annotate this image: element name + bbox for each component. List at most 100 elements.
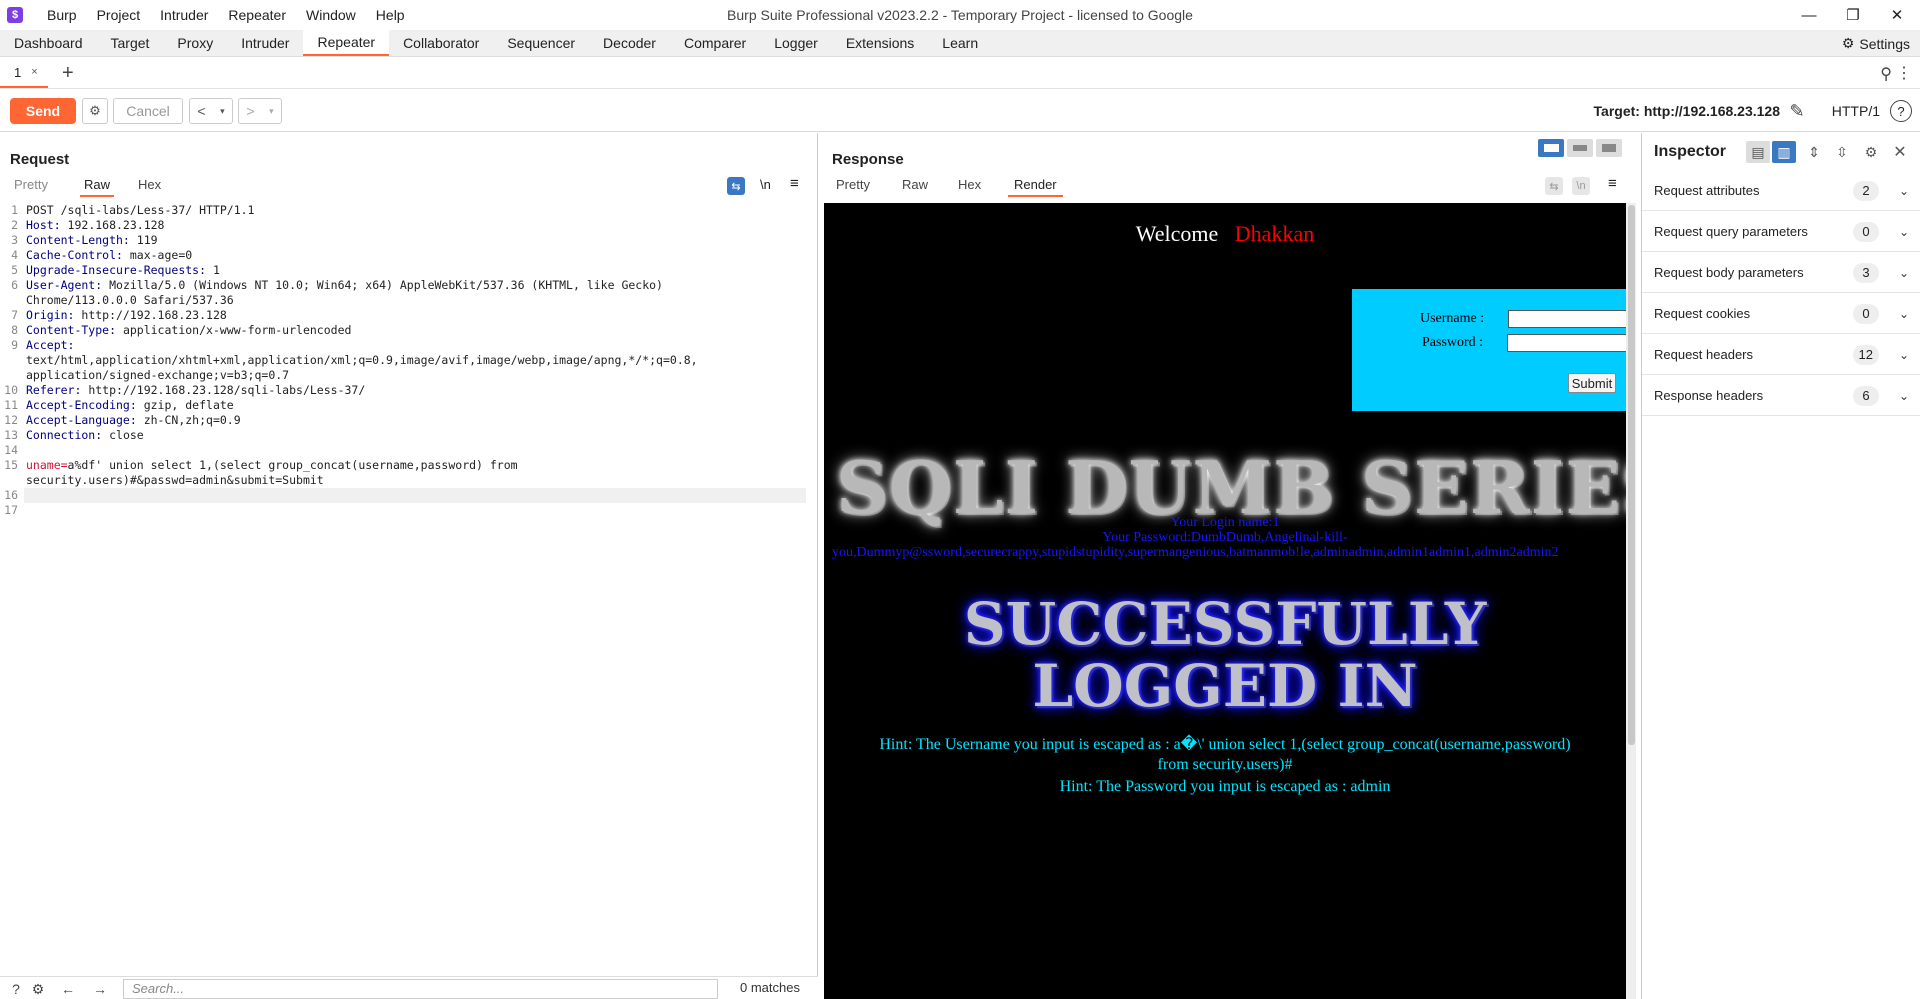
line-text: zh-CN,zh;q=0.9 bbox=[136, 413, 241, 427]
cancel-button[interactable]: Cancel bbox=[113, 98, 183, 124]
tab-collaborator[interactable]: Collaborator bbox=[389, 30, 493, 56]
close-inspector-icon[interactable]: ✕ bbox=[1888, 141, 1912, 163]
request-tab-hex[interactable]: Hex bbox=[138, 177, 161, 197]
help-circle-icon[interactable]: ? bbox=[6, 979, 26, 999]
send-button[interactable]: Send bbox=[10, 98, 76, 124]
password-field[interactable] bbox=[1507, 334, 1626, 352]
inspector-row-request-query-parameters[interactable]: Request query parameters 0 ⌄ bbox=[1642, 212, 1920, 252]
help-icon[interactable]: ? bbox=[1890, 100, 1912, 122]
restore-icon[interactable]: ❐ bbox=[1832, 0, 1874, 30]
menu-window[interactable]: Window bbox=[296, 7, 366, 23]
request-tab-raw[interactable]: Raw bbox=[80, 177, 115, 197]
request-tab-pretty[interactable]: Pretty bbox=[14, 177, 48, 197]
tab-learn[interactable]: Learn bbox=[928, 30, 992, 56]
response-tab-raw[interactable]: Raw bbox=[902, 177, 928, 197]
tab-logger[interactable]: Logger bbox=[760, 30, 832, 56]
target-label[interactable]: Target: http://192.168.23.128 bbox=[1594, 90, 1780, 132]
inspector-panel: Inspector ▤ ▥ ⇕ ⇳ ⚙ ✕ Request attributes… bbox=[1641, 133, 1920, 999]
inspector-row-request-attributes[interactable]: Request attributes 2 ⌄ bbox=[1642, 171, 1920, 211]
chevron-down-icon: ⌄ bbox=[1898, 183, 1909, 198]
request-editor[interactable]: 1 POST /sqli-labs/Less-37/ HTTP/1.1 2 Host:… bbox=[0, 203, 818, 963]
match-count: 0 matches bbox=[740, 980, 800, 995]
word-wrap-icon[interactable]: ⇆ bbox=[727, 177, 745, 195]
menu-burp[interactable]: Burp bbox=[37, 7, 87, 23]
line-content: Cache-Control: max-age=0 bbox=[26, 248, 192, 263]
add-tab-icon[interactable]: + bbox=[62, 62, 74, 85]
chevron-down-icon: ⌄ bbox=[1898, 347, 1909, 362]
layout-tabs-icon[interactable] bbox=[1596, 139, 1622, 157]
menu-icon[interactable]: ≡ bbox=[790, 175, 799, 192]
inspector-row-request-body-parameters[interactable]: Request body parameters 3 ⌄ bbox=[1642, 253, 1920, 293]
line-text: POST /sqli-labs/Less-37/ HTTP/1.1 bbox=[26, 203, 255, 217]
tab-intruder[interactable]: Intruder bbox=[227, 30, 303, 56]
inspector-layout-detail-icon[interactable]: ▥ bbox=[1772, 141, 1796, 163]
username-field[interactable] bbox=[1508, 310, 1626, 328]
inspector-row-label: Request attributes bbox=[1654, 183, 1760, 198]
search-settings-gear-icon[interactable]: ⚙ bbox=[28, 979, 48, 999]
repeater-tab-1[interactable]: 1 × bbox=[0, 58, 48, 88]
inspector-settings-gear-icon[interactable]: ⚙ bbox=[1859, 141, 1883, 163]
menu-repeater[interactable]: Repeater bbox=[218, 7, 296, 23]
submit-button[interactable]: Submit bbox=[1568, 373, 1616, 393]
more-options-icon[interactable]: ⋮ bbox=[1896, 63, 1912, 83]
minimize-icon[interactable]: — bbox=[1788, 0, 1830, 30]
response-tab-hex[interactable]: Hex bbox=[958, 177, 981, 197]
expand-all-icon[interactable]: ⇕ bbox=[1802, 141, 1826, 163]
line-text: security.users)#&passwd=admin&submit=Sub… bbox=[26, 473, 324, 487]
menu-help[interactable]: Help bbox=[366, 7, 415, 23]
render-scrollbar-thumb[interactable] bbox=[1628, 205, 1635, 745]
menu-intruder[interactable]: Intruder bbox=[150, 7, 218, 23]
tab-dashboard[interactable]: Dashboard bbox=[0, 30, 97, 56]
line-content: Connection: close bbox=[26, 428, 144, 443]
welcome-heading: Welcome Dhakkan bbox=[824, 221, 1626, 247]
search-icon[interactable]: ⚲ bbox=[1880, 64, 1892, 84]
collapse-all-icon[interactable]: ⇳ bbox=[1830, 141, 1854, 163]
line-number: 8 bbox=[11, 323, 18, 337]
line-text: 1 bbox=[206, 263, 220, 277]
inspector-row-request-cookies[interactable]: Request cookies 0 ⌄ bbox=[1642, 294, 1920, 334]
tab-comparer[interactable]: Comparer bbox=[670, 30, 760, 56]
username-hint-line-2: from security.users)# bbox=[1157, 756, 1293, 773]
login-form: Username : Password : Submit bbox=[1352, 289, 1626, 411]
search-input[interactable]: Search... bbox=[123, 979, 718, 999]
previous-match-arrow-icon[interactable]: ← bbox=[58, 979, 78, 999]
request-line: 5 Upgrade-Insecure-Requests: 1 bbox=[0, 263, 818, 278]
newline-icon[interactable]: \n bbox=[1572, 177, 1590, 195]
chevron-down-icon: ⌄ bbox=[1898, 306, 1909, 321]
tab-sequencer[interactable]: Sequencer bbox=[493, 30, 589, 56]
inspector-row-request-headers[interactable]: Request headers 12 ⌄ bbox=[1642, 335, 1920, 375]
tab-extensions[interactable]: Extensions bbox=[832, 30, 928, 56]
tab-decoder[interactable]: Decoder bbox=[589, 30, 670, 56]
welcome-text: Welcome bbox=[1135, 221, 1219, 246]
next-match-arrow-icon[interactable]: → bbox=[90, 979, 110, 999]
line-number: 11 bbox=[4, 398, 18, 412]
inspector-row-label: Request cookies bbox=[1654, 306, 1751, 321]
newline-toggle[interactable]: \n bbox=[760, 177, 771, 192]
history-forward-button[interactable]: > ▾ bbox=[238, 98, 282, 124]
line-number: 1 bbox=[11, 203, 18, 217]
tab-target[interactable]: Target bbox=[97, 30, 164, 56]
menu-icon[interactable]: ≡ bbox=[1608, 175, 1617, 192]
response-tab-pretty[interactable]: Pretty bbox=[836, 177, 870, 197]
send-options-gear-icon[interactable]: ⚙ bbox=[82, 98, 108, 124]
close-window-icon[interactable]: ✕ bbox=[1876, 0, 1918, 30]
word-wrap-icon[interactable]: ⇆ bbox=[1545, 177, 1563, 195]
layout-side-by-side-icon[interactable] bbox=[1538, 139, 1564, 157]
login-password-text-continued: you,Dummyp@ssword,securecrappy,stupidstu… bbox=[832, 545, 1559, 560]
tab-repeater[interactable]: Repeater bbox=[303, 30, 390, 56]
request-line: 8 Content-Type: application/x-www-form-ur… bbox=[0, 323, 818, 338]
close-tab-icon[interactable]: × bbox=[31, 66, 37, 78]
layout-stacked-icon[interactable] bbox=[1567, 139, 1593, 157]
inspector-layout-list-icon[interactable]: ▤ bbox=[1746, 141, 1770, 163]
inspector-row-response-headers[interactable]: Response headers 6 ⌄ bbox=[1642, 376, 1920, 416]
menu-project[interactable]: Project bbox=[87, 7, 151, 23]
chevron-left-icon: < bbox=[197, 103, 206, 119]
line-text: gzip, deflate bbox=[136, 398, 234, 412]
history-back-button[interactable]: < ▾ bbox=[189, 98, 233, 124]
line-text: Mozilla/5.0 (Windows NT 10.0; Win64; x64… bbox=[102, 278, 663, 292]
edit-target-pencil-icon[interactable]: ✎ bbox=[1786, 100, 1808, 122]
tab-proxy[interactable]: Proxy bbox=[163, 30, 227, 56]
http-version-toggle[interactable]: HTTP/1 bbox=[1832, 90, 1880, 132]
settings-button[interactable]: ⚙ Settings bbox=[1842, 30, 1910, 57]
response-tab-render[interactable]: Render bbox=[1008, 177, 1063, 197]
